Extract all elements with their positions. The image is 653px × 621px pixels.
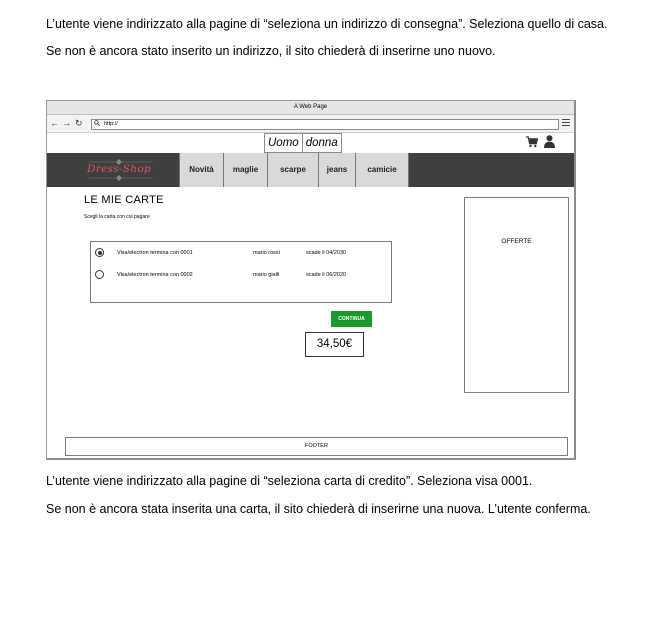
page-title: LE MIE CARTE bbox=[84, 194, 164, 206]
window-title: A Web Page bbox=[47, 101, 574, 115]
user-icon[interactable] bbox=[544, 135, 555, 148]
card-radio-selected[interactable] bbox=[95, 248, 104, 257]
nav-maglie[interactable]: maglie bbox=[223, 153, 267, 187]
forward-arrow-icon[interactable]: → bbox=[62, 118, 71, 128]
paragraph-address-missing: Se non è ancora stato inserito un indiri… bbox=[46, 44, 496, 58]
card-radio[interactable] bbox=[95, 270, 104, 279]
url-text: http:// bbox=[104, 121, 118, 127]
logo-text: Dress-Shop bbox=[87, 163, 151, 175]
cards-list: Visa/electron termina con 0001 mario ros… bbox=[90, 241, 392, 303]
card-description: Visa/electron termina con 0002 bbox=[117, 272, 193, 278]
search-icon bbox=[94, 120, 100, 126]
cart-icon[interactable] bbox=[526, 136, 538, 148]
shop-logo[interactable]: Dress-Shop bbox=[83, 159, 159, 181]
price-label: 34,50€ bbox=[305, 332, 364, 357]
offers-panel: OFFERTE bbox=[464, 197, 569, 393]
gender-selector: Uomo donna bbox=[264, 133, 342, 153]
offers-label: OFFERTE bbox=[501, 238, 532, 245]
menu-icon[interactable] bbox=[562, 119, 570, 127]
card-owner: mario rossi bbox=[253, 250, 280, 256]
card-row-0002[interactable]: Visa/electron termina con 0002 mario gia… bbox=[91, 268, 391, 284]
continue-button[interactable]: CONTINUA bbox=[331, 311, 372, 327]
nav-camicie[interactable]: camicie bbox=[355, 153, 409, 187]
footer: FOOTER bbox=[65, 437, 568, 456]
card-expiry: scade il 06/2020 bbox=[306, 272, 347, 278]
reload-icon[interactable]: ↻ bbox=[75, 118, 83, 128]
url-input[interactable]: http:// bbox=[91, 119, 559, 130]
address-bar: ← → ↻ http:// bbox=[47, 115, 574, 133]
web-page-mockup: A Web Page ← → ↻ http:// Uomo donna Dres… bbox=[46, 100, 576, 460]
paragraph-address-selection: L’utente viene indirizzato alla pagine d… bbox=[46, 17, 608, 31]
card-owner: mario gialli bbox=[253, 272, 280, 278]
page-subtitle: Scegli la carta con cui pagare bbox=[84, 214, 150, 220]
card-description: Visa/electron termina con 0001 bbox=[117, 250, 193, 256]
nav-novita[interactable]: Novità bbox=[179, 153, 223, 187]
gender-donna[interactable]: donna bbox=[301, 134, 341, 152]
back-arrow-icon[interactable]: ← bbox=[50, 118, 59, 128]
paragraph-card-missing: Se non è ancora stata inserita una carta… bbox=[46, 502, 591, 516]
paragraph-card-selection: L’utente viene indirizzato alla pagine d… bbox=[46, 474, 533, 488]
nav-jeans[interactable]: jeans bbox=[318, 153, 355, 187]
gender-uomo[interactable]: Uomo bbox=[265, 134, 302, 152]
nav-scarpe[interactable]: scarpe bbox=[267, 153, 318, 187]
card-row-0001[interactable]: Visa/electron termina con 0001 mario ros… bbox=[91, 246, 391, 262]
navigation-bar: Dress-Shop Novità maglie scarpe jeans ca… bbox=[47, 153, 574, 187]
card-expiry: scade il 04/2030 bbox=[306, 250, 347, 256]
